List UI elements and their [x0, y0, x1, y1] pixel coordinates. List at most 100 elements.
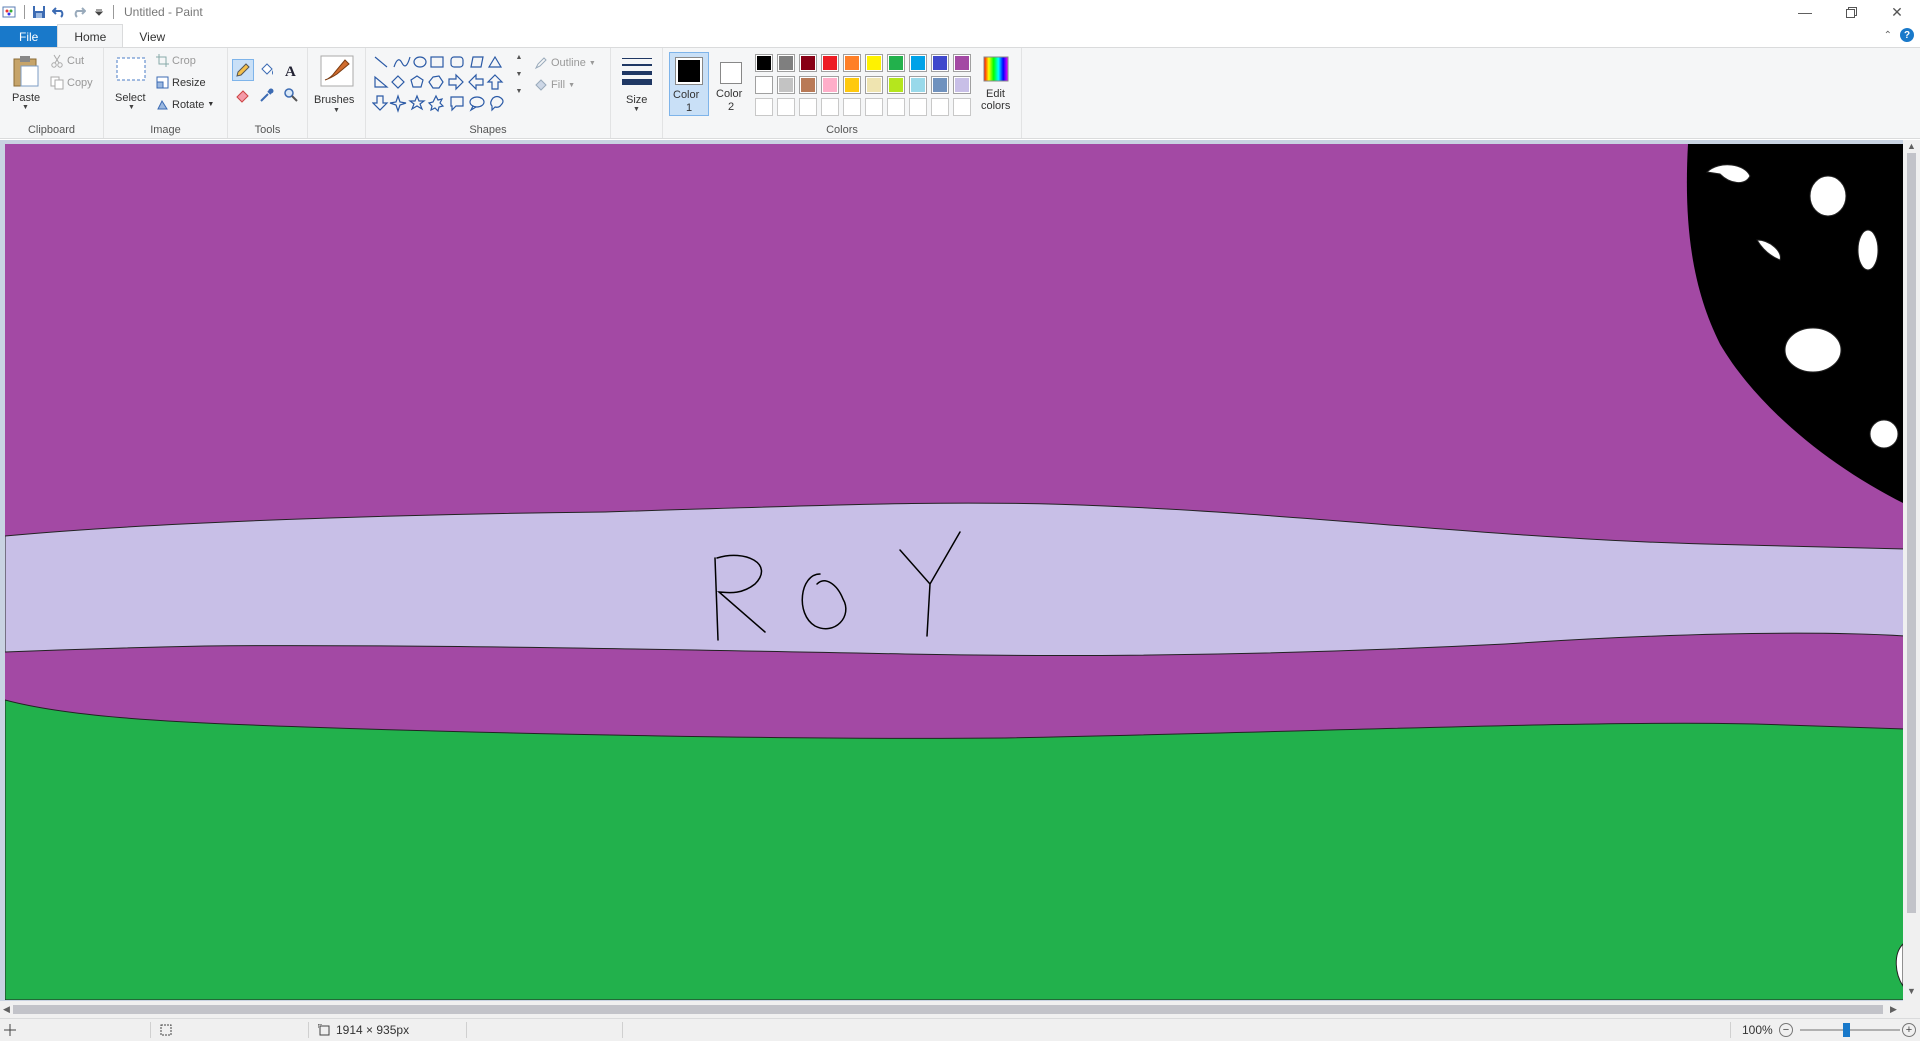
redo-icon[interactable]: [69, 2, 89, 22]
chevron-down-icon: ▼: [633, 106, 640, 113]
palette-color-swatch[interactable]: [821, 54, 839, 72]
ribbon-tabs: File Home View ⌃ ?: [0, 24, 1920, 48]
shapes-gallery[interactable]: [371, 54, 528, 114]
palette-color-swatch[interactable]: [909, 98, 927, 116]
palette-color-swatch[interactable]: [799, 98, 817, 116]
vertical-scrollbar[interactable]: ▲ ▼: [1903, 140, 1920, 1001]
copy-button[interactable]: Copy: [50, 76, 93, 90]
cut-button[interactable]: Cut: [50, 54, 84, 68]
color1-label-line2: 1: [686, 102, 693, 114]
help-icon[interactable]: ?: [1900, 28, 1914, 42]
color1-button[interactable]: Color 1: [669, 52, 709, 116]
palette-color-swatch[interactable]: [931, 76, 949, 94]
palette-color-swatch[interactable]: [909, 76, 927, 94]
restore-button[interactable]: [1828, 0, 1874, 24]
palette-color-swatch[interactable]: [843, 54, 861, 72]
rotate-label: Rotate: [172, 98, 205, 111]
brushes-button[interactable]: Brushes ▼: [312, 52, 362, 114]
fill-tool[interactable]: [256, 59, 278, 81]
color-picker-tool[interactable]: [256, 84, 278, 106]
palette-color-swatch[interactable]: [799, 54, 817, 72]
palette-color-swatch[interactable]: [865, 54, 883, 72]
scissors-icon: [51, 54, 63, 68]
edit-colors-button[interactable]: Edit colors: [976, 52, 1016, 116]
rotate-button[interactable]: Rotate ▼: [156, 98, 214, 111]
zoom-slider-thumb[interactable]: [1843, 1023, 1850, 1037]
crop-button[interactable]: Crop: [156, 54, 196, 67]
zoom-slider-track[interactable]: [1800, 1029, 1900, 1031]
palette-color-swatch[interactable]: [799, 76, 817, 94]
palette-color-swatch[interactable]: [953, 98, 971, 116]
window-title: Untitled - Paint: [124, 5, 203, 19]
image-group: Select ▼ Crop Resize Rotate ▼ Image: [104, 48, 228, 138]
chevron-down-icon: ▼: [568, 81, 575, 89]
resize-label: Resize: [172, 76, 206, 89]
scroll-up-arrow-icon[interactable]: ▲: [1907, 141, 1916, 151]
palette-color-swatch[interactable]: [755, 76, 773, 94]
eraser-tool[interactable]: [232, 84, 254, 106]
zoom-out-button[interactable]: −: [1779, 1023, 1793, 1037]
zoom-in-button[interactable]: +: [1902, 1023, 1916, 1037]
palette-color-swatch[interactable]: [865, 76, 883, 94]
palette-color-swatch[interactable]: [843, 98, 861, 116]
size-button[interactable]: Size ▼: [617, 52, 657, 114]
color2-label-line1: Color: [716, 88, 743, 100]
undo-icon[interactable]: [49, 2, 69, 22]
horizontal-scrollbar[interactable]: ◀ ▶: [0, 1001, 1903, 1018]
drawing-canvas[interactable]: [5, 144, 1905, 1000]
expand-gallery-icon[interactable]: ▼: [516, 88, 523, 95]
color2-button[interactable]: Color 2: [711, 52, 751, 116]
customize-quick-access-icon[interactable]: [89, 2, 109, 22]
palette-color-swatch[interactable]: [953, 76, 971, 94]
palette-color-swatch[interactable]: [777, 76, 795, 94]
palette-color-swatch[interactable]: [843, 76, 861, 94]
scroll-left-arrow-icon[interactable]: ◀: [3, 1004, 10, 1015]
separator: [24, 5, 25, 19]
minimize-ribbon-icon[interactable]: ⌃: [1884, 30, 1892, 41]
tab-file[interactable]: File: [0, 26, 58, 48]
scroll-down-arrow-icon[interactable]: ▼: [1907, 986, 1916, 996]
scroll-right-arrow-icon[interactable]: ▶: [1890, 1004, 1897, 1015]
fill-button[interactable]: Fill ▼: [534, 78, 575, 92]
shapes-scroll[interactable]: ▲ ▼ ▼: [514, 54, 524, 110]
minimize-button[interactable]: —: [1782, 0, 1828, 24]
colors-group-label: Colors: [826, 124, 858, 136]
palette-color-swatch[interactable]: [865, 98, 883, 116]
vertical-scroll-thumb[interactable]: [1907, 153, 1916, 913]
palette-color-swatch[interactable]: [887, 98, 905, 116]
palette-color-swatch[interactable]: [887, 54, 905, 72]
shapes-group-label: Shapes: [469, 124, 507, 136]
palette-color-swatch[interactable]: [909, 54, 927, 72]
palette-color-swatch[interactable]: [887, 76, 905, 94]
status-divider: [150, 1022, 151, 1038]
resize-button[interactable]: Resize: [156, 76, 206, 89]
tools-group: A Tools: [228, 48, 308, 138]
outline-button[interactable]: Outline ▼: [534, 56, 596, 70]
paste-button[interactable]: Paste ▼: [8, 52, 44, 112]
palette-color-swatch[interactable]: [821, 76, 839, 94]
horizontal-scroll-thumb[interactable]: [13, 1005, 1883, 1014]
fill-label: Fill: [551, 79, 566, 91]
magnifier-tool[interactable]: [280, 84, 302, 106]
save-icon[interactable]: [29, 2, 49, 22]
palette-color-swatch[interactable]: [931, 98, 949, 116]
palette-color-swatch[interactable]: [821, 98, 839, 116]
palette-color-swatch[interactable]: [755, 54, 773, 72]
edit-colors-label-line1: Edit: [986, 88, 1005, 100]
palette-color-swatch[interactable]: [777, 98, 795, 116]
paint-app-icon[interactable]: [0, 2, 20, 22]
scroll-up-icon[interactable]: ▲: [516, 54, 523, 61]
palette-color-swatch[interactable]: [755, 98, 773, 116]
close-button[interactable]: ✕: [1874, 0, 1920, 24]
palette-color-swatch[interactable]: [953, 54, 971, 72]
tab-home[interactable]: Home: [57, 24, 124, 48]
palette-color-swatch[interactable]: [777, 54, 795, 72]
scroll-down-icon[interactable]: ▼: [516, 71, 523, 78]
select-button[interactable]: Select ▼: [112, 52, 150, 114]
palette-color-swatch[interactable]: [931, 54, 949, 72]
text-tool[interactable]: A: [280, 59, 302, 81]
pencil-tool[interactable]: [232, 59, 254, 81]
tab-view[interactable]: View: [123, 26, 181, 48]
brushes-group: Brushes ▼: [308, 48, 366, 138]
cursor-crosshair-icon: [4, 1024, 16, 1036]
